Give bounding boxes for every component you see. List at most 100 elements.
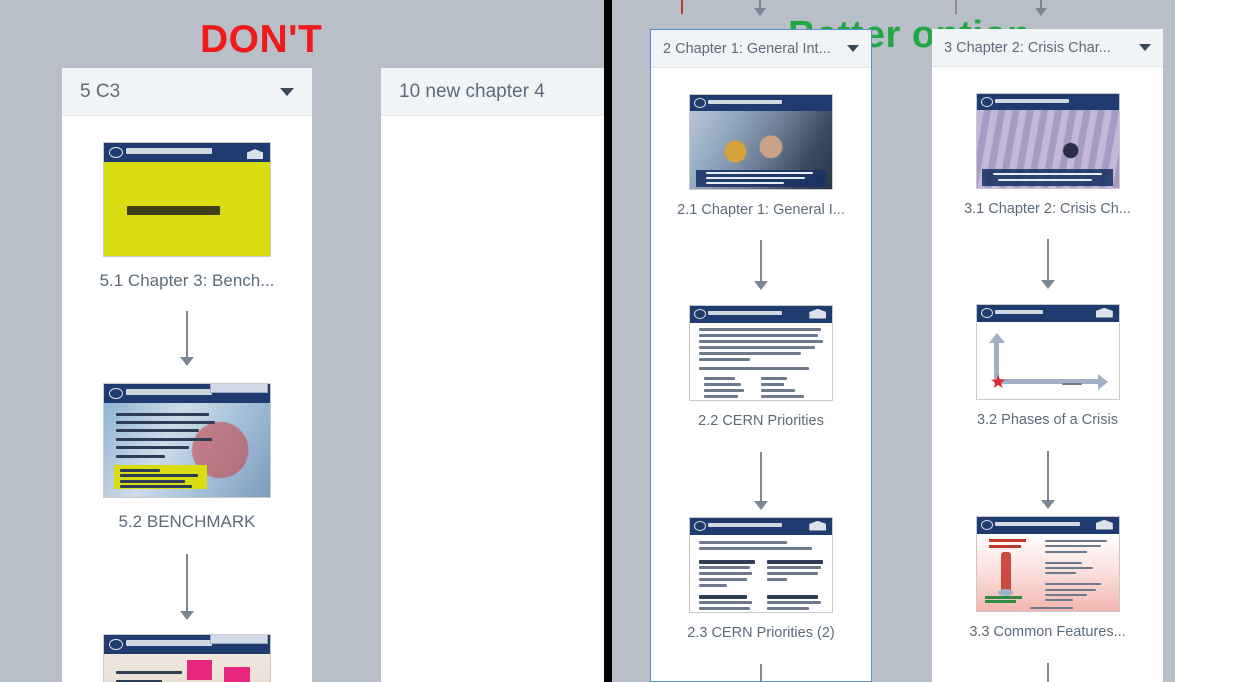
- slide-node-2-1[interactable]: 2.1 Chapter 1: General I...: [651, 94, 871, 218]
- incoming-arrow-2: [1034, 0, 1048, 16]
- panel-title-2-chapter-1: 2 Chapter 1: General Int...: [663, 40, 831, 57]
- panel-header-2-chapter-1[interactable]: 2 Chapter 1: General Int...: [651, 30, 871, 68]
- slide-gradient-body: [976, 533, 1119, 611]
- slide-label-2-2: 2.2 CERN Priorities: [698, 413, 824, 429]
- section-divider: [604, 0, 612, 682]
- slide-thumbnail-sticky-notes[interactable]: [103, 634, 271, 682]
- slide-label-2-1: 2.1 Chapter 1: General I...: [677, 202, 845, 218]
- slide-node-5-2[interactable]: 5.2 BENCHMARK: [62, 383, 312, 532]
- slide-header-title-block: [125, 389, 212, 395]
- slide-header-bar: [976, 94, 1119, 111]
- slide-header-bar: [690, 95, 832, 112]
- cern-logo-icon: [694, 309, 707, 320]
- crest-icon: [1095, 307, 1113, 318]
- cern-logo-icon: [108, 638, 123, 651]
- chevron-down-icon[interactable]: [847, 45, 859, 52]
- ruler-tick-red: [681, 0, 683, 14]
- slide-header-bar: [690, 306, 832, 323]
- slide-photo-hall: [976, 109, 1119, 188]
- crest-icon: [809, 308, 827, 319]
- thermometer-icon: [1000, 552, 1011, 593]
- slide-thumbnail-common-features[interactable]: [975, 516, 1120, 612]
- slide-header-bar: [976, 305, 1119, 322]
- slide-photo-people-network: [104, 403, 270, 497]
- connector-arrow-r2-1: [1040, 239, 1056, 289]
- slide-thumbnail-chapter1-firefighters[interactable]: [689, 94, 833, 190]
- panel-title-5-c3: 5 C3: [80, 80, 121, 102]
- slide-label-2-3: 2.3 CERN Priorities (2): [687, 625, 835, 641]
- slide-label-5-1: 5.1 Chapter 3: Bench...: [99, 271, 275, 290]
- panel-body-2-chapter-1: 2.1 Chapter 1: General I... 2.2 CERN Pri…: [651, 68, 871, 681]
- connector-arrow-r1-3: [753, 664, 769, 681]
- connector-arrow-r2-2: [1040, 451, 1056, 509]
- slide-thumbnail-phases-of-crisis[interactable]: [975, 304, 1120, 400]
- slide-header-title-block: [125, 640, 212, 646]
- slide-header-bar: [690, 518, 832, 535]
- panel-body-10-new-chapter-4: [381, 116, 604, 682]
- chart-x-axis: [993, 373, 1108, 390]
- slide-label-3-2: 3.2 Phases of a Crisis: [976, 412, 1119, 428]
- crest-icon: [1095, 519, 1113, 530]
- slide-thumbnail-benchmark-people[interactable]: [103, 383, 271, 498]
- slide-corner-tag: [209, 635, 269, 644]
- panel-header-5-c3[interactable]: 5 C3: [62, 68, 312, 116]
- panel-title-10-new-chapter-4: 10 new chapter 4: [399, 80, 545, 102]
- slide-header-title-block: [125, 148, 212, 154]
- annotation-dont: DON'T: [200, 18, 323, 61]
- chevron-down-icon[interactable]: [1139, 44, 1151, 51]
- slide-node-3-1[interactable]: 3.1 Chapter 2: Crisis Ch...: [932, 93, 1163, 217]
- slide-node-3-3[interactable]: 3.3 Common Features...: [932, 516, 1163, 640]
- panel-header-10-new-chapter-4[interactable]: 10 new chapter 4: [381, 68, 604, 116]
- slide-header-bar: [976, 517, 1119, 534]
- slide-node-5-1[interactable]: 5.1 Chapter 3: Bench...: [62, 142, 312, 291]
- slide-panel-5-c3[interactable]: 5 C3 5.1 Chapter 3: Bench... 5.2 BENCHMA…: [62, 68, 312, 682]
- connector-arrow-r2-3: [1040, 663, 1056, 682]
- slide-header-bar: [104, 143, 270, 163]
- slide-label-3-1: 3.1 Chapter 2: Crisis Ch...: [964, 201, 1131, 217]
- slide-header-bar: [104, 635, 270, 655]
- chevron-down-icon[interactable]: [280, 87, 294, 96]
- slide-thumbnail-benchmark-title[interactable]: [103, 142, 271, 257]
- slide-header-title-block: [708, 99, 783, 105]
- cern-logo-icon: [694, 521, 707, 532]
- connector-arrow-2: [179, 554, 195, 620]
- slide-panel-3-chapter-2[interactable]: 3 Chapter 2: Crisis Char... 3.1 Chapter …: [932, 29, 1163, 682]
- cern-logo-icon: [108, 387, 123, 400]
- cern-logo-icon: [694, 98, 707, 109]
- slide-chart-body: [976, 321, 1119, 399]
- slide-thumbnail-chapter2-hall[interactable]: [975, 93, 1120, 189]
- cern-logo-icon: [980, 520, 993, 531]
- panel-title-3-chapter-2: 3 Chapter 2: Crisis Char...: [944, 39, 1111, 56]
- slide-label-5-2: 5.2 BENCHMARK: [118, 512, 256, 531]
- cern-logo-icon: [980, 97, 993, 108]
- slide-header-bar: [104, 384, 270, 404]
- slide-node-5-3[interactable]: [62, 634, 312, 682]
- slide-node-2-2[interactable]: 2.2 CERN Priorities: [651, 305, 871, 429]
- slide-photo-sticky-notes: [104, 654, 270, 682]
- panel-header-3-chapter-2[interactable]: 3 Chapter 2: Crisis Char...: [932, 29, 1163, 67]
- connector-arrow-1: [179, 311, 195, 366]
- slide-panel-10-new-chapter-4[interactable]: 10 new chapter 4: [381, 68, 604, 682]
- slide-label-3-3: 3.3 Common Features...: [969, 624, 1126, 640]
- incoming-arrow-1: [753, 0, 767, 16]
- cern-logo-icon: [980, 308, 993, 319]
- slide-thumbnail-cern-priorities-2[interactable]: [689, 517, 833, 613]
- slide-node-2-3[interactable]: 2.3 CERN Priorities (2): [651, 517, 871, 641]
- slide-node-3-2[interactable]: 3.2 Phases of a Crisis: [932, 304, 1163, 428]
- slide-thumbnail-cern-priorities[interactable]: [689, 305, 833, 401]
- slide-text-body: [690, 322, 832, 400]
- slide-photo-caption: [695, 169, 827, 187]
- cern-logo-icon: [108, 146, 123, 159]
- slide-corner-tag: [209, 384, 269, 393]
- slide-panel-2-chapter-1[interactable]: 2 Chapter 1: General Int... 2.1 Chapter …: [650, 29, 872, 682]
- benchmark-word-block: [127, 206, 221, 215]
- crest-icon: [809, 520, 827, 531]
- panel-body-5-c3: 5.1 Chapter 3: Bench... 5.2 BENCHMARK: [62, 116, 312, 682]
- connector-arrow-r1-2: [753, 452, 769, 510]
- slide-header-title-block: [994, 98, 1069, 104]
- slide-text-body: [690, 534, 832, 612]
- screenshot-stage: DON'T 5 C3 5.1 Chapter 3: Bench... 5.2 B…: [0, 0, 1242, 682]
- slide-header-title-block: [994, 521, 1081, 527]
- slide-photo-firefighters: [690, 110, 832, 189]
- slide-header-title-block: [994, 309, 1044, 315]
